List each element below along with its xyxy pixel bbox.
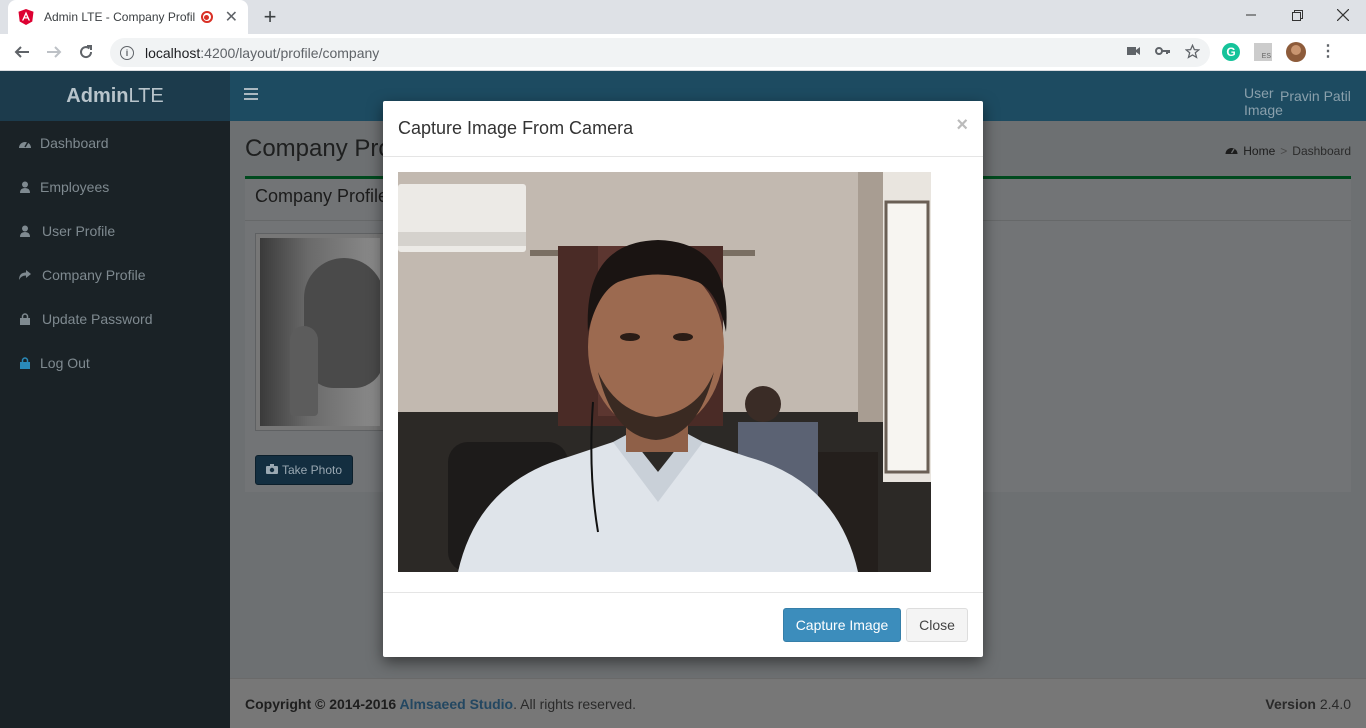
footer: Copyright © 2014-2016 Almsaeed Studio. A… <box>230 678 1366 728</box>
sidebar-toggle-icon[interactable] <box>244 88 258 100</box>
es-extension-icon[interactable]: ES <box>1254 43 1272 61</box>
sidebar-item-company-profile[interactable]: Company Profile <box>0 253 230 297</box>
dashboard-icon <box>1225 144 1238 158</box>
address-bar[interactable]: i localhost:4200/layout/profile/company <box>110 38 1210 67</box>
forward-arrow-icon[interactable] <box>42 40 66 64</box>
close-button[interactable]: Close <box>906 608 968 642</box>
take-photo-button[interactable]: Take Photo <box>255 455 353 485</box>
logo-light-text: LTE <box>128 84 164 107</box>
sidebar-item-log-out[interactable]: Log Out <box>0 341 230 385</box>
breadcrumb-home[interactable]: Home <box>1243 144 1275 158</box>
user-icon <box>18 224 32 238</box>
browser-toolbar: i localhost:4200/layout/profile/company … <box>0 34 1366 71</box>
user-icon <box>18 180 32 194</box>
sidebar-item-label: User Profile <box>42 223 116 239</box>
box-title: Company Profile <box>255 186 389 206</box>
footer-version: Version 2.4.0 <box>1265 696 1351 712</box>
lock-icon <box>18 356 32 370</box>
minimize-icon[interactable] <box>1228 0 1274 30</box>
version-value: 2.4.0 <box>1319 696 1351 712</box>
capture-image-button[interactable]: Capture Image <box>783 608 901 642</box>
sidebar-item-dashboard[interactable]: Dashboard <box>0 121 230 165</box>
capture-image-modal: Capture Image From Camera × Capture Imag… <box>383 101 983 657</box>
browser-tab-strip: Admin LTE - Company Profile ✕ + <box>0 0 1366 34</box>
sidebar-item-label: Employees <box>40 179 110 195</box>
tab-title: Admin LTE - Company Profile <box>44 10 195 24</box>
key-icon[interactable] <box>1155 44 1171 62</box>
dashboard-icon <box>18 136 32 150</box>
recording-indicator-icon <box>200 11 213 23</box>
rights-text: . All rights reserved. <box>513 696 637 712</box>
camera-icon[interactable] <box>1127 44 1141 62</box>
sidebar-item-label: Dashboard <box>40 135 109 151</box>
modal-close-icon[interactable]: × <box>956 114 968 137</box>
camera-preview <box>398 172 931 572</box>
new-tab-button[interactable]: + <box>258 4 282 30</box>
angular-logo-icon <box>18 9 34 25</box>
modal-body <box>383 157 983 593</box>
camera-icon <box>265 463 278 477</box>
url-path: :4200/layout/profile/company <box>200 44 380 61</box>
site-info-icon[interactable]: i <box>120 45 134 60</box>
reload-icon[interactable] <box>74 40 98 64</box>
modal-title: Capture Image From Camera <box>398 118 634 138</box>
version-label: Version <box>1265 696 1316 712</box>
modal-footer: Capture Image Close <box>383 593 983 656</box>
breadcrumb-separator: > <box>1280 144 1288 158</box>
sidebar-item-label: Update Password <box>42 311 153 327</box>
modal-header: Capture Image From Camera × <box>383 101 983 157</box>
take-photo-label: Take Photo <box>281 463 343 477</box>
lock-icon <box>18 312 32 326</box>
tab-close-icon[interactable]: ✕ <box>225 7 238 27</box>
copyright-text: Copyright © 2014-2016 <box>245 696 400 712</box>
sidebar-item-update-password[interactable]: Update Password <box>0 297 230 341</box>
footer-copyright: Copyright © 2014-2016 Almsaeed Studio. A… <box>245 696 636 712</box>
grammarly-extension-icon[interactable]: G <box>1222 43 1240 61</box>
browser-tab[interactable]: Admin LTE - Company Profile ✕ <box>8 0 248 34</box>
user-name[interactable]: Pravin Patil <box>1280 88 1351 104</box>
sidebar: Dashboard Employees User Profile Company… <box>0 121 230 728</box>
user-image-broken[interactable]: User Image <box>1244 85 1283 119</box>
company-link[interactable]: Almsaeed Studio <box>400 696 514 712</box>
sidebar-item-employees[interactable]: Employees <box>0 165 230 209</box>
sidebar-item-label: Log Out <box>40 355 90 371</box>
breadcrumb: Home > Dashboard <box>1225 144 1351 158</box>
bookmark-star-icon[interactable] <box>1184 43 1201 62</box>
app-logo[interactable]: Admin LTE <box>0 71 230 121</box>
share-icon <box>18 268 32 282</box>
window-close-icon[interactable] <box>1320 0 1366 30</box>
profile-avatar[interactable] <box>1286 42 1306 62</box>
browser-menu-icon[interactable]: ⋮ <box>1320 44 1336 60</box>
profile-photo <box>255 233 385 431</box>
sidebar-item-label: Company Profile <box>42 267 146 283</box>
back-arrow-icon[interactable] <box>10 40 34 64</box>
logo-bold-text: Admin <box>66 84 129 107</box>
restore-icon[interactable] <box>1274 0 1320 30</box>
breadcrumb-current: Dashboard <box>1292 144 1351 158</box>
url-host: localhost <box>145 44 201 61</box>
sidebar-item-user-profile[interactable]: User Profile <box>0 209 230 253</box>
